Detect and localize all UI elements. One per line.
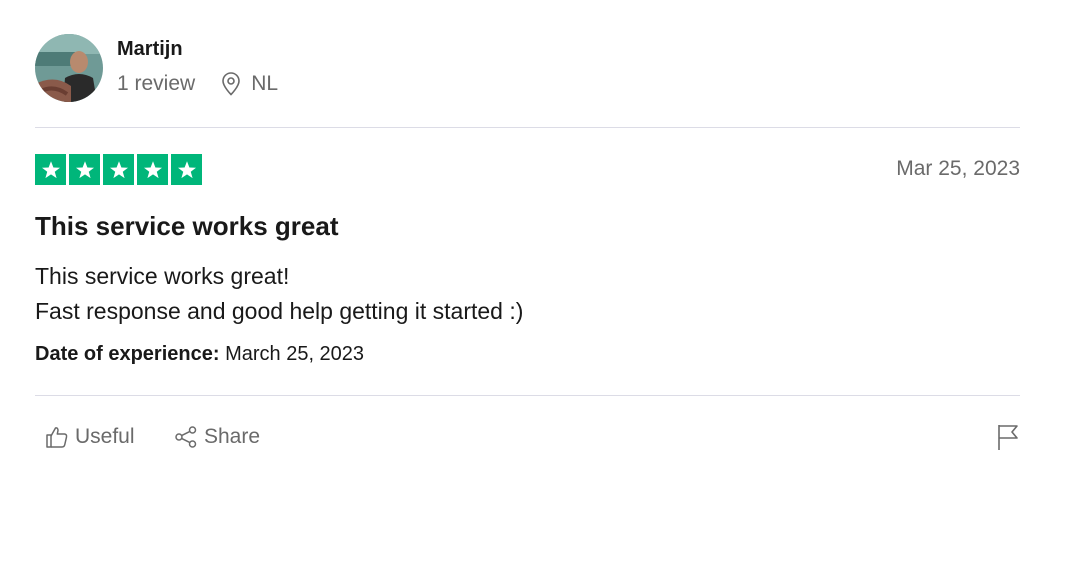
- location-pin-icon: [221, 72, 241, 96]
- date-of-experience: Date of experience: March 25, 2023: [35, 343, 364, 366]
- avatar[interactable]: [35, 34, 103, 102]
- review-date: Mar 25, 2023: [896, 157, 1020, 180]
- review-title[interactable]: This service works great: [35, 211, 338, 242]
- share-label: Share: [204, 425, 261, 448]
- review-body: This service works great! Fast response …: [35, 259, 523, 329]
- star-icon: [103, 154, 134, 185]
- actions-divider: [35, 395, 1020, 396]
- review-count: 1 review: [117, 72, 196, 95]
- flag-icon: [996, 423, 1020, 451]
- review-body-line: This service works great!: [35, 263, 290, 289]
- reviewer-country: NL: [251, 72, 279, 95]
- review-body-line: Fast response and good help getting it s…: [35, 298, 524, 324]
- review-actions: Useful Share: [35, 420, 1020, 454]
- reviewer-header: Martijn 1 review NL: [35, 34, 1020, 102]
- report-flag-button[interactable]: [996, 423, 1020, 451]
- experience-date: March 25, 2023: [225, 343, 365, 365]
- useful-button[interactable]: Useful: [45, 420, 135, 454]
- reviewer-meta: 1 review NL: [117, 72, 278, 96]
- star-icon: [137, 154, 168, 185]
- reviewer-name[interactable]: Martijn: [117, 38, 183, 61]
- star-icon: [35, 154, 66, 185]
- useful-label: Useful: [75, 425, 135, 448]
- thumbs-up-icon: [45, 425, 75, 449]
- share-icon: [174, 425, 204, 449]
- star-rating: [35, 154, 202, 185]
- star-icon: [171, 154, 202, 185]
- review-card: Martijn 1 review NL Mar 25, 2023 This se…: [35, 0, 1020, 568]
- share-button[interactable]: Share: [174, 420, 260, 454]
- header-divider: [35, 127, 1020, 128]
- experience-label: Date of experience:: [35, 343, 220, 365]
- star-icon: [69, 154, 100, 185]
